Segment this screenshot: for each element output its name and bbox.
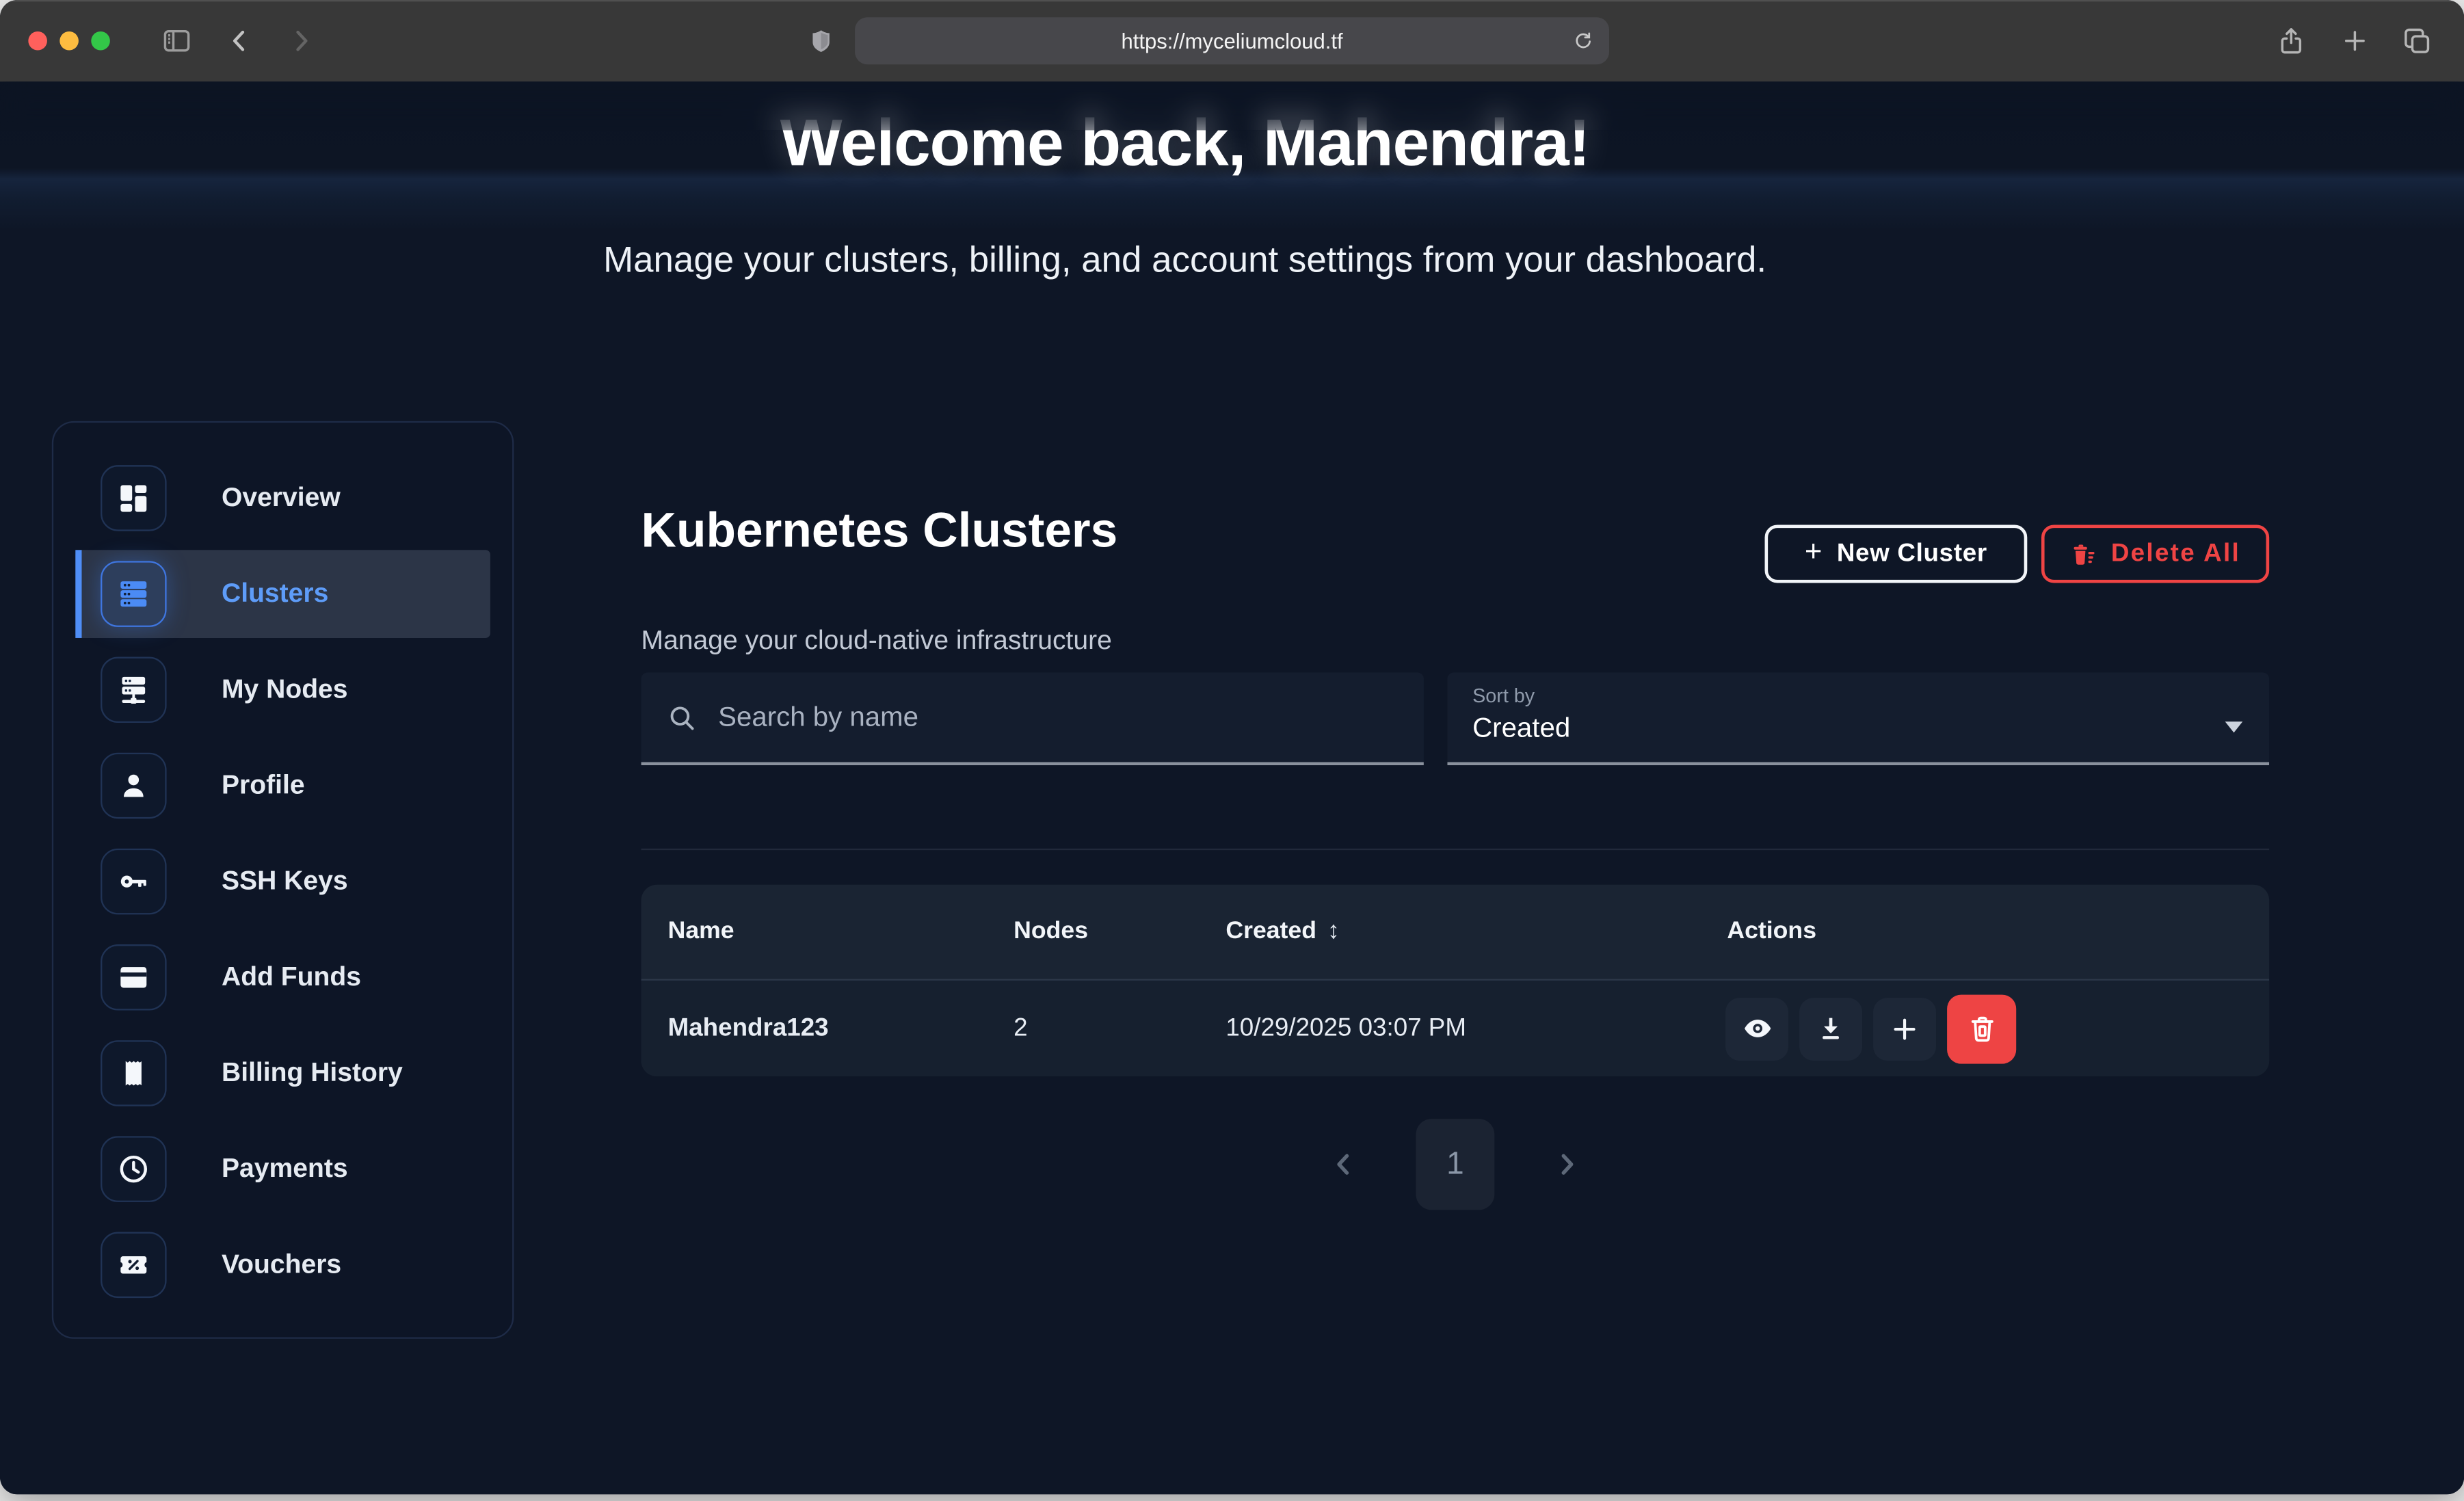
search-field[interactable] <box>641 673 1424 766</box>
pagination: 1 <box>641 1119 2270 1210</box>
sidebar-toggle-icon[interactable] <box>160 25 193 57</box>
sidebar-item-clusters[interactable]: Clusters <box>75 550 490 638</box>
privacy-shield-icon <box>808 26 834 56</box>
new-cluster-label: New Cluster <box>1837 540 1987 568</box>
cluster-name-cell: Mahendra123 <box>668 1014 1014 1042</box>
header-actions: + New Cluster Delete All <box>1765 524 2270 583</box>
top-blur-strip <box>0 81 2464 130</box>
sort-arrows-icon: ↕ <box>1327 918 1340 944</box>
delete-all-button[interactable]: Delete All <box>2041 524 2269 583</box>
chevron-right-icon <box>1551 1149 1582 1180</box>
column-header-actions: Actions <box>1725 918 2242 946</box>
chevron-left-icon <box>1328 1149 1360 1180</box>
sidebar-item-add-funds[interactable]: Add Funds <box>75 933 490 1022</box>
sidebar-item-label: Profile <box>222 770 305 801</box>
key-icon <box>101 849 167 915</box>
sidebar-item-label: Clusters <box>222 579 328 610</box>
receipt-icon <box>101 1040 167 1106</box>
section-divider <box>641 849 2270 850</box>
add-node-button[interactable] <box>1873 997 1936 1060</box>
eye-icon <box>1740 1012 1773 1045</box>
sidebar-item-label: SSH Keys <box>222 866 348 897</box>
forward-icon[interactable] <box>286 26 316 56</box>
plus-icon: + <box>1805 537 1823 568</box>
clusters-table: Name Nodes Created↕ Actions Mahendra123 … <box>641 885 2270 1076</box>
sort-select[interactable]: Sort by Created <box>1447 673 2269 766</box>
page-subtitle: Manage your cloud-native infrastructure <box>641 626 1112 657</box>
sidebar-item-payments[interactable]: Payments <box>75 1125 490 1213</box>
column-header-name: Name <box>668 918 1014 946</box>
delete-all-label: Delete All <box>2111 540 2240 568</box>
screenshot-stage: https://myceliumcloud.tf <box>0 0 2464 1500</box>
download-icon <box>1815 1013 1846 1044</box>
sidebar-item-billing-history[interactable]: Billing History <box>75 1029 490 1117</box>
sidebar-item-vouchers[interactable]: Vouchers <box>75 1221 490 1309</box>
tab-overview-icon[interactable] <box>2401 25 2433 57</box>
sidebar-item-label: Vouchers <box>222 1249 341 1281</box>
browser-window: https://myceliumcloud.tf <box>0 0 2464 1494</box>
sidebar-item-overview[interactable]: Overview <box>75 454 490 542</box>
sidebar-item-label: Payments <box>222 1154 348 1185</box>
cluster-created-cell: 10/29/2025 03:07 PM <box>1226 1014 1725 1042</box>
reload-icon[interactable] <box>1572 29 1595 53</box>
previous-page-button[interactable] <box>1328 1149 1360 1180</box>
sidebar: Overview Clusters <box>52 421 514 1339</box>
ticket-percent-icon <box>101 1232 167 1299</box>
view-cluster-button[interactable] <box>1725 997 1788 1060</box>
sidebar-item-label: My Nodes <box>222 674 348 706</box>
table-row: Mahendra123 2 10/29/2025 03:07 PM <box>641 979 2270 1076</box>
download-kubeconfig-button[interactable] <box>1799 997 1862 1060</box>
page-title: Kubernetes Clusters <box>641 503 1118 559</box>
zoom-window-button[interactable] <box>91 31 110 51</box>
plus-icon <box>1889 1013 1920 1044</box>
sidebar-item-label: Billing History <box>222 1057 403 1089</box>
chevron-down-icon <box>2224 713 2244 741</box>
clock-icon <box>101 1136 167 1202</box>
page-number-button[interactable]: 1 <box>1416 1119 1494 1210</box>
server-network-icon <box>101 657 167 723</box>
user-icon <box>101 753 167 819</box>
share-icon[interactable] <box>2275 25 2307 57</box>
trash-icon <box>1965 1012 1998 1045</box>
sidebar-item-label: Add Funds <box>222 961 361 993</box>
column-header-created[interactable]: Created↕ <box>1226 918 1725 946</box>
delete-cluster-button[interactable] <box>1947 994 2016 1063</box>
sort-label: Sort by <box>1472 685 2244 707</box>
page-content: Welcome back, Mahendra! Manage your clus… <box>0 81 2464 1494</box>
column-header-nodes: Nodes <box>1014 918 1226 946</box>
server-stack-icon <box>101 561 167 627</box>
browser-toolbar: https://myceliumcloud.tf <box>0 0 2464 81</box>
back-icon[interactable] <box>225 26 255 56</box>
url-text: https://myceliumcloud.tf <box>1121 29 1342 53</box>
sidebar-item-label: Overview <box>222 482 341 514</box>
row-actions <box>1725 994 2242 1063</box>
sidebar-item-profile[interactable]: Profile <box>75 742 490 830</box>
search-input[interactable] <box>715 700 1399 736</box>
welcome-subtitle: Manage your clusters, billing, and accou… <box>0 239 2370 281</box>
cluster-nodes-cell: 2 <box>1014 1014 1226 1042</box>
credit-card-icon <box>101 944 167 1011</box>
trash-sweep-icon <box>2070 540 2098 568</box>
sidebar-item-my-nodes[interactable]: My Nodes <box>75 646 490 734</box>
search-icon <box>666 702 698 733</box>
new-tab-icon[interactable] <box>2340 26 2370 56</box>
new-cluster-button[interactable]: + New Cluster <box>1765 524 2028 583</box>
close-window-button[interactable] <box>28 31 47 51</box>
dashboard-icon <box>101 465 167 531</box>
sidebar-item-ssh-keys[interactable]: SSH Keys <box>75 838 490 926</box>
minimize-window-button[interactable] <box>59 31 79 51</box>
url-bar[interactable]: https://myceliumcloud.tf <box>855 17 1609 64</box>
table-header-row: Name Nodes Created↕ Actions <box>641 885 2270 979</box>
next-page-button[interactable] <box>1551 1149 1582 1180</box>
sort-value: Created <box>1472 712 2244 745</box>
